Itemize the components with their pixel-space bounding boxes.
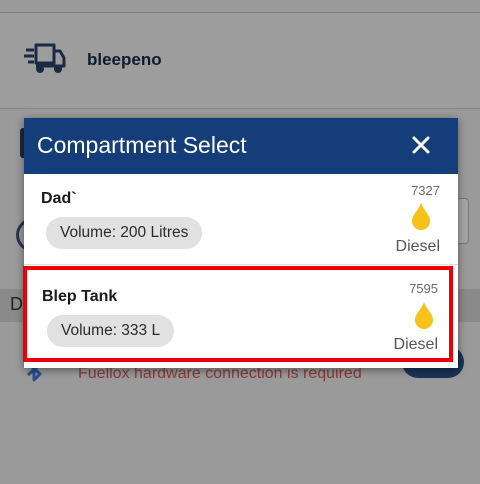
close-button[interactable] <box>406 130 436 160</box>
fuel-drop-icon <box>415 302 433 329</box>
volume-chip: Volume: 333 L <box>47 315 175 347</box>
background-band-label: D <box>10 294 23 314</box>
vehicle-header <box>0 13 480 109</box>
compartment-id: 7595 <box>409 281 438 296</box>
volume-chip: Volume: 200 Litres <box>46 217 203 249</box>
fuel-type: Diesel <box>395 238 440 255</box>
fuel-type: Diesel <box>393 336 438 353</box>
compartment-id: 7327 <box>411 183 440 198</box>
fuel-drop-icon <box>412 203 430 230</box>
truck-icon <box>24 43 66 73</box>
dialog-header: Compartment Select <box>24 118 458 174</box>
close-icon <box>412 136 430 154</box>
compartment-name: Blep Tank <box>42 288 118 305</box>
compartment-name: Dad` <box>41 190 77 207</box>
dialog-title: Compartment Select <box>37 132 247 158</box>
vehicle-name: bleepeno <box>87 50 162 69</box>
compartment-item[interactable]: Dad` Volume: 200 Litres 7327 Diesel <box>24 174 458 265</box>
compartment-item-highlighted[interactable]: Blep Tank Volume: 333 L 7595 Diesel <box>23 266 453 362</box>
